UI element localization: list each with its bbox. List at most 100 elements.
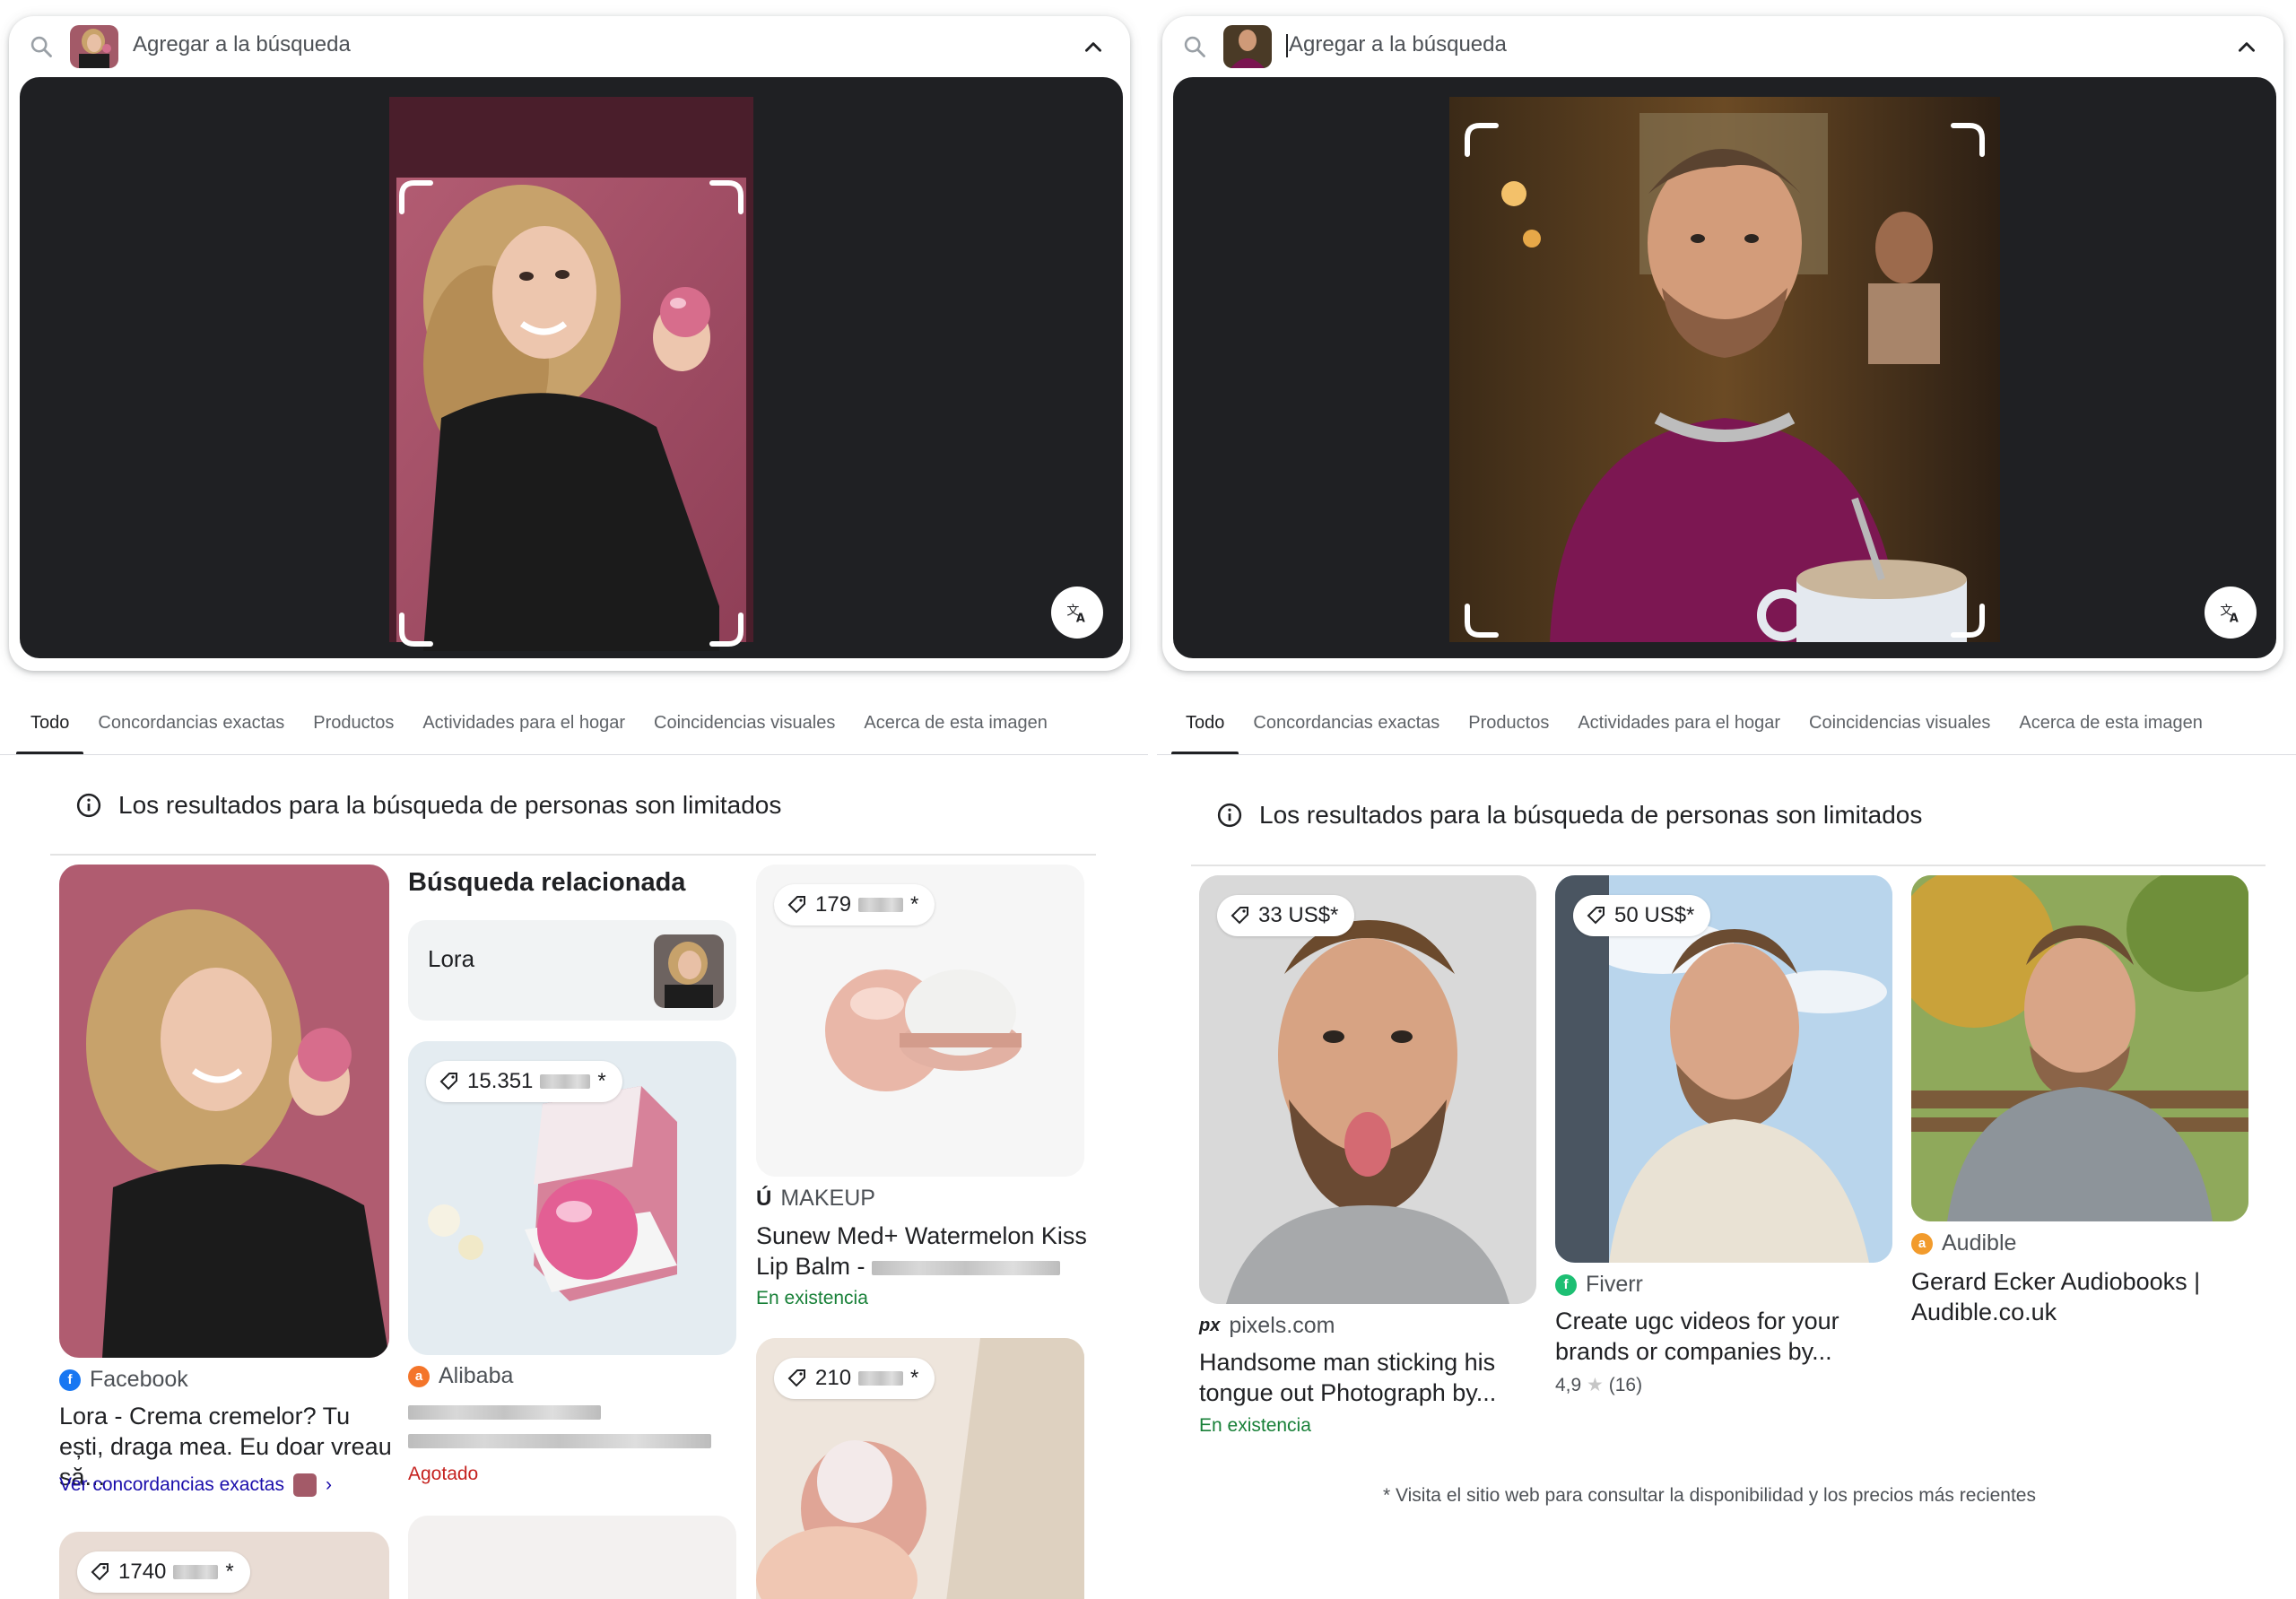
price-value: 210 — [815, 1366, 852, 1390]
result-image[interactable]: 50 US$* — [1555, 875, 1892, 1263]
result-tabs: Todo Concordancias exactas Productos Act… — [1171, 700, 2217, 755]
result-tabs: Todo Concordancias exactas Productos Act… — [16, 700, 1062, 755]
blurred-currency — [858, 1371, 904, 1386]
price-chip: 210 * — [774, 1358, 935, 1399]
price-asterisk: * — [225, 1560, 234, 1584]
tag-icon — [787, 896, 805, 914]
stock-status: En existencia — [756, 1288, 868, 1308]
tag-icon — [439, 1073, 457, 1091]
tab-about-image[interactable]: Acerca de esta imagen — [849, 700, 1062, 755]
source-name: Audible — [1942, 1230, 2017, 1256]
svg-text:A: A — [1076, 613, 1085, 626]
text-caret — [1286, 33, 1288, 57]
query-image-thumbnail[interactable] — [70, 25, 118, 68]
tab-exact-matches[interactable]: Concordancias exactas — [83, 700, 299, 755]
notice-text: Los resultados para la búsqueda de perso… — [118, 791, 782, 819]
stock-status: Agotado — [408, 1464, 479, 1484]
image-preview: 文 A — [20, 77, 1123, 658]
tab-products[interactable]: Productos — [299, 700, 408, 755]
result-source: Ú MAKEUP — [756, 1186, 875, 1212]
fiverr-icon: f — [1555, 1273, 1577, 1296]
result-source: a Audible — [1911, 1230, 2016, 1256]
source-name: Alibaba — [439, 1363, 514, 1388]
result-image[interactable]: 15.351 * — [408, 1041, 736, 1355]
blurred-title-line-2 — [408, 1433, 711, 1449]
result-source: px pixels.com — [1199, 1313, 1335, 1339]
price-chip: 179 * — [774, 884, 935, 926]
search-bar[interactable]: Agregar a la búsqueda — [9, 16, 1130, 77]
result-image[interactable] — [59, 865, 389, 1358]
query-image-thumbnail[interactable] — [1223, 25, 1272, 68]
related-search-chip[interactable]: Lora — [408, 920, 736, 1021]
tab-exact-matches[interactable]: Concordancias exactas — [1239, 700, 1454, 755]
stock-status: En existencia — [1199, 1415, 1311, 1436]
alibaba-icon: a — [408, 1365, 430, 1387]
preview-photo — [1449, 97, 2000, 642]
price-chip: 50 US$* — [1573, 895, 1711, 936]
rating-value: 4,9 — [1555, 1375, 1582, 1395]
tab-home-activities[interactable]: Actividades para el hogar — [408, 700, 639, 755]
svg-text:A: A — [2230, 613, 2239, 626]
translate-button[interactable]: 文 A — [1051, 587, 1103, 639]
search-placeholder: Agregar a la búsqueda — [133, 32, 351, 56]
lens-card: Agregar a la búsqueda 文 A — [9, 16, 1130, 671]
tag-icon — [1587, 907, 1605, 925]
exact-matches-link[interactable]: Ver concordancias exactas › — [59, 1473, 332, 1497]
notice-divider — [1191, 865, 2266, 866]
blurred-title-line-1 — [408, 1404, 601, 1421]
result-title[interactable]: Create ugc videos for your brands or com… — [1555, 1306, 1896, 1367]
price-value: 179 — [815, 892, 852, 917]
result-image[interactable]: 210 * — [756, 1338, 1084, 1599]
facebook-icon: f — [59, 1369, 81, 1391]
tag-icon — [1231, 907, 1248, 925]
price-value: 50 US$* — [1614, 903, 1695, 927]
right-search-pane: Agregar a la búsqueda 文 A Todo Concordan… — [1157, 0, 2296, 1599]
tab-todo[interactable]: Todo — [1171, 700, 1239, 755]
related-chip-label: Lora — [428, 945, 475, 972]
tag-icon — [91, 1563, 109, 1581]
people-search-notice: Los resultados para la búsqueda de perso… — [75, 791, 781, 820]
blurred-currency — [858, 898, 904, 912]
result-image[interactable] — [1911, 875, 2248, 1221]
tab-about-image[interactable]: Acerca de esta imagen — [2005, 700, 2217, 755]
review-count: (16) — [1608, 1375, 1643, 1395]
price-value: 33 US$* — [1258, 903, 1339, 927]
related-chip-thumbnail — [654, 934, 724, 1008]
result-title[interactable]: Handsome man sticking his tongue out Pho… — [1199, 1347, 1540, 1408]
result-image[interactable]: 33 US$* — [1199, 875, 1536, 1304]
price-value: 15.351 — [467, 1069, 534, 1093]
tag-icon — [787, 1369, 805, 1387]
result-image[interactable]: 1740 * — [59, 1532, 389, 1599]
translate-button[interactable]: 文 A — [2205, 587, 2257, 639]
tab-visual-matches[interactable]: Coincidencias visuales — [639, 700, 849, 755]
result-source: f Fiverr — [1555, 1272, 1643, 1298]
info-icon — [76, 793, 101, 818]
lens-card: Agregar a la búsqueda 文 A — [1162, 16, 2283, 671]
result-image-partial[interactable] — [408, 1516, 736, 1599]
result-source: f Facebook — [59, 1367, 188, 1393]
price-asterisk: * — [597, 1069, 606, 1093]
tab-products[interactable]: Productos — [1454, 700, 1563, 755]
tab-todo[interactable]: Todo — [16, 700, 84, 755]
search-icon — [1184, 36, 1205, 57]
related-search-heading: Búsqueda relacionada — [408, 868, 686, 897]
chevron-up-icon[interactable] — [1082, 36, 1105, 59]
preview-photo — [389, 97, 753, 651]
result-title[interactable]: Gerard Ecker Audiobooks | Audible.co.uk — [1911, 1266, 2252, 1327]
result-title[interactable]: Sunew Med+ Watermelon Kiss Lip Balm - — [756, 1221, 1097, 1282]
tab-home-activities[interactable]: Actividades para el hogar — [1563, 700, 1795, 755]
result-image[interactable]: 179 * — [756, 865, 1084, 1177]
chevron-right-icon: › — [325, 1474, 332, 1495]
search-icon — [30, 36, 52, 57]
search-input[interactable]: Agregar a la búsqueda — [133, 32, 351, 57]
search-bar[interactable]: Agregar a la búsqueda — [1162, 16, 2283, 77]
tab-visual-matches[interactable]: Coincidencias visuales — [1795, 700, 2005, 755]
chevron-up-icon[interactable] — [2235, 36, 2258, 59]
price-chip: 33 US$* — [1217, 895, 1355, 936]
search-input[interactable]: Agregar a la búsqueda — [1286, 32, 1507, 57]
tabs-divider — [1157, 754, 2296, 755]
people-search-notice: Los resultados para la búsqueda de perso… — [1216, 801, 1922, 830]
exact-matches-label: Ver concordancias exactas — [59, 1474, 284, 1495]
makeup-icon: Ú — [756, 1186, 772, 1211]
info-icon — [1217, 803, 1242, 828]
